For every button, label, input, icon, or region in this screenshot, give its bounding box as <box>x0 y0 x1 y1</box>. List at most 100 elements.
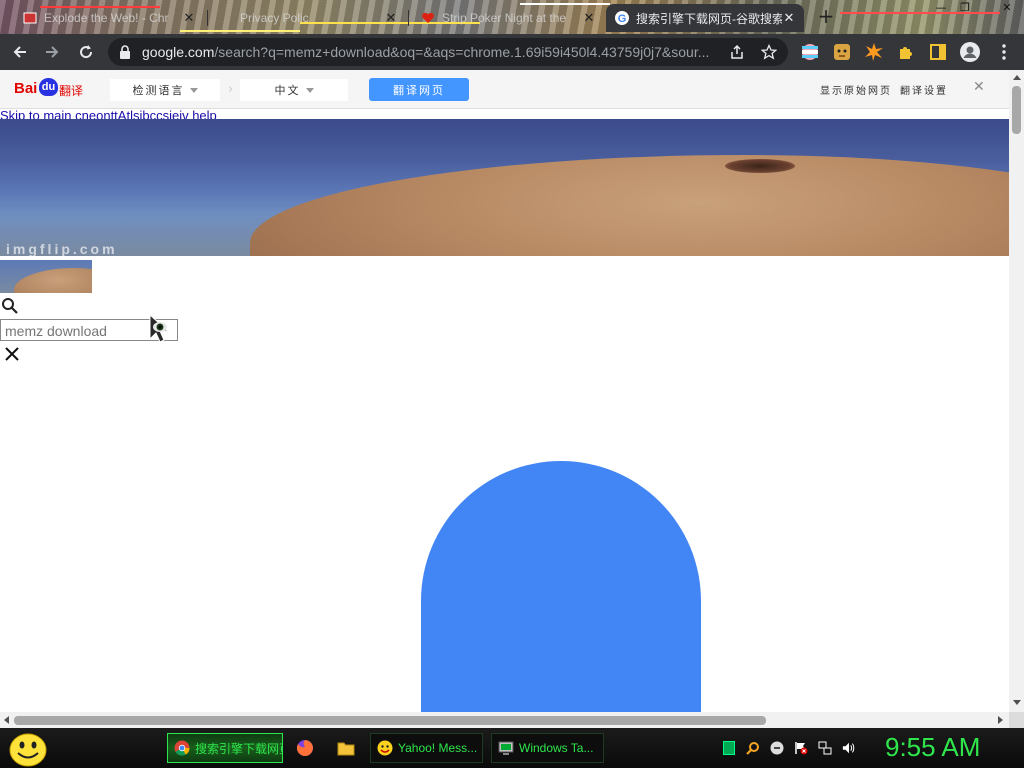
tray-green-square-icon[interactable] <box>722 741 736 755</box>
url-path: /search?q=memz+download&oq=&aqs=chrome.1… <box>214 44 710 60</box>
baidu-translate-bar: Bai du 翻译 检测语言 › 中文 翻译网页 显示原始网页 翻译设置 ✕ <box>0 70 1009 109</box>
scroll-down-arrow-icon[interactable] <box>1013 700 1021 705</box>
taskbar-item-label: 搜索引擎下载网页-谷歌 - ... <box>195 741 282 756</box>
minimize-button[interactable]: — <box>930 0 952 16</box>
tab-google-search[interactable]: G 搜索引擎下载网页-谷歌搜索 ✕ <box>606 4 804 32</box>
firefox-icon[interactable] <box>296 739 314 757</box>
tray-volume-icon[interactable] <box>842 741 856 755</box>
close-tab-icon[interactable]: ✕ <box>582 11 596 26</box>
svg-text:G: G <box>618 13 627 25</box>
taskbar-item-chrome[interactable]: 搜索引擎下载网页-谷歌 - ... <box>167 733 283 763</box>
tray-smiley-icon[interactable] <box>770 741 784 755</box>
url-text[interactable]: google.com/search?q=memz+download&oq=&aq… <box>142 44 722 60</box>
logo-paw-du: du <box>39 78 58 96</box>
flag-extension-icon[interactable] <box>800 42 820 62</box>
tab-title: Strip Poker Night at the <box>442 11 567 25</box>
tab-separator <box>408 10 409 26</box>
close-tab-icon[interactable]: ✕ <box>782 11 796 26</box>
tab-explode-the-web[interactable]: Explode the Web! - Chr ✕ <box>14 4 204 32</box>
url-host: google.com <box>142 44 215 60</box>
burst-extension-icon[interactable] <box>864 42 884 62</box>
google-icon: G <box>614 10 630 26</box>
target-language-select[interactable]: 中文 <box>240 79 348 101</box>
source-language-label: 检测语言 <box>132 84 185 97</box>
groundhog-eye <box>725 159 795 173</box>
kebab-menu-icon[interactable] <box>994 42 1014 62</box>
chevron-down-icon <box>305 87 314 93</box>
tab-title: Explode the Web! - Chr <box>44 11 169 25</box>
doge-extension-icon[interactable] <box>832 42 852 62</box>
groundhog-banner-image: imgflip.com <box>0 119 1009 256</box>
eye-cursor-icon <box>148 313 180 345</box>
taskbar-item-label: Windows Ta... <box>519 741 594 755</box>
reload-button[interactable] <box>74 40 98 64</box>
swap-arrow-icon[interactable]: › <box>228 82 233 97</box>
share-icon[interactable] <box>728 43 746 61</box>
horizontal-scrollbar[interactable] <box>0 712 1009 728</box>
taskbar-item-yahoo-messenger[interactable]: Yahoo! Mess... <box>370 733 483 763</box>
heart-icon <box>420 10 436 26</box>
chevron-down-icon <box>189 87 198 93</box>
source-language-select[interactable]: 检测语言 <box>110 79 220 101</box>
scroll-left-arrow-icon[interactable] <box>4 716 9 724</box>
yahoo-messenger-icon <box>377 740 393 756</box>
close-tab-icon[interactable]: ✕ <box>182 11 196 26</box>
new-tab-button[interactable]: + <box>816 6 836 27</box>
close-icon[interactable]: ✕ <box>973 79 985 95</box>
translate-settings-link[interactable]: 翻译设置 <box>900 82 948 97</box>
target-language-label: 中文 <box>274 84 301 97</box>
task-manager-icon <box>498 740 514 756</box>
back-arrow-icon <box>13 46 26 58</box>
browser-tab-strip: Explode the Web! - Chr ✕ Privacy Polic ✕… <box>0 0 1024 34</box>
taskbar-clock[interactable]: 9:55 AM <box>885 732 980 763</box>
side-panel-icon[interactable] <box>928 42 948 62</box>
bookmark-star-icon[interactable] <box>760 43 778 61</box>
browser-toolbar: google.com/search?q=memz+download&oq=&aq… <box>0 34 1024 70</box>
close-window-button[interactable]: ✕ <box>996 0 1018 16</box>
forward-arrow-icon <box>46 46 59 58</box>
folder-icon[interactable] <box>337 739 355 757</box>
start-button-smiley[interactable] <box>8 730 48 768</box>
smiley-icon <box>9 733 47 767</box>
web-page: Bai du 翻译 检测语言 › 中文 翻译网页 显示原始网页 翻译设置 ✕ S… <box>0 70 1009 712</box>
close-tab-icon[interactable]: ✕ <box>384 11 398 26</box>
translate-page-button[interactable]: 翻译网页 <box>369 78 469 101</box>
vertical-scrollbar[interactable] <box>1009 70 1024 712</box>
glitch-line <box>840 12 1000 14</box>
profile-avatar-icon[interactable] <box>960 42 980 62</box>
search-input[interactable] <box>5 323 145 339</box>
blank-page-icon <box>218 10 234 26</box>
clear-search-icon[interactable] <box>3 345 21 363</box>
tab-strip-poker[interactable]: Strip Poker Night at the ✕ <box>412 4 604 32</box>
address-bar[interactable]: google.com/search?q=memz+download&oq=&aq… <box>108 38 788 66</box>
back-button[interactable] <box>8 40 32 64</box>
maximize-button[interactable]: ❐ <box>954 0 976 16</box>
tray-flag-error-icon[interactable] <box>794 741 808 755</box>
scrollbar-thumb[interactable] <box>14 716 766 725</box>
tray-search-icon[interactable] <box>746 741 760 755</box>
lock-icon[interactable] <box>118 44 132 64</box>
groundhog-thumbnail-image <box>0 260 92 293</box>
forward-button[interactable] <box>40 40 64 64</box>
search-icon[interactable] <box>1 297 19 315</box>
chrome-icon <box>174 740 190 756</box>
scroll-right-arrow-icon[interactable] <box>998 716 1003 724</box>
imgflip-watermark: imgflip.com <box>6 241 118 256</box>
reload-icon <box>80 45 93 59</box>
scrollbar-corner <box>1009 712 1024 728</box>
scroll-up-arrow-icon[interactable] <box>1013 75 1021 80</box>
taskbar-item-label: Yahoo! Mess... <box>398 741 478 755</box>
groundhog-shape <box>250 155 1009 256</box>
tab-privacy-policy[interactable]: Privacy Polic ✕ <box>210 4 406 32</box>
tray-network-icon[interactable] <box>818 741 832 755</box>
groundhog-shape <box>14 268 92 293</box>
tab-separator <box>207 10 208 26</box>
extensions-puzzle-icon[interactable] <box>896 42 916 62</box>
tab-title: 搜索引擎下载网页-谷歌搜索 <box>636 11 782 26</box>
blue-arch-shape <box>421 461 701 712</box>
scrollbar-thumb[interactable] <box>1012 86 1021 134</box>
taskbar: 搜索引擎下载网页-谷歌 - ... Yahoo! Mess... Windows… <box>0 728 1024 768</box>
taskbar-item-task-manager[interactable]: Windows Ta... <box>491 733 604 763</box>
show-original-link[interactable]: 显示原始网页 <box>820 82 892 97</box>
logo-text-fanyi: 翻译 <box>59 84 84 98</box>
